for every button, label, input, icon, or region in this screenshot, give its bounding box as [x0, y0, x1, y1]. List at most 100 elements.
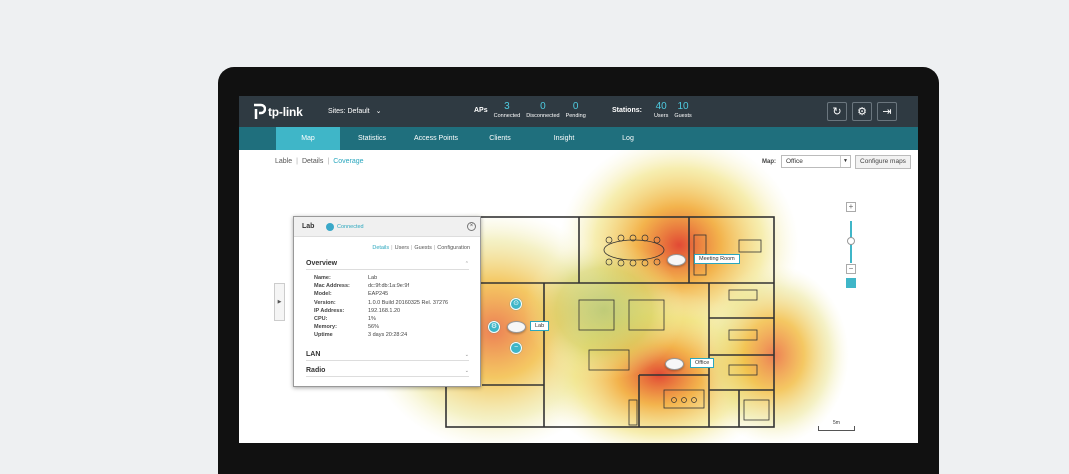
- site-selector[interactable]: Sites: Default ⌄: [328, 107, 382, 116]
- overview-key: Model:: [314, 291, 332, 298]
- map-select[interactable]: Office ▼: [781, 155, 851, 168]
- overview-value: EAP245: [368, 291, 389, 298]
- aps-disconnected-count: 0: [540, 101, 546, 112]
- ap-label-lab[interactable]: Lab: [530, 321, 550, 331]
- zoom-out-button[interactable]: −: [846, 264, 856, 274]
- overview-row: Version: 1.0.0 Build 20160325 Rel. 37276: [314, 299, 448, 307]
- panel-tab-configuration[interactable]: Configuration: [437, 245, 470, 251]
- stations-summary: Stations: 40 Users 10 Guests: [612, 101, 692, 120]
- view-breadcrumb: Lable | Details | Coverage: [275, 158, 364, 165]
- tab-log[interactable]: Log: [596, 127, 660, 150]
- stations-users-count: 40: [655, 101, 667, 112]
- layers-icon[interactable]: [846, 278, 856, 288]
- tab-statistics[interactable]: Statistics: [340, 127, 404, 150]
- aps-summary: APs 3 Connected 0 Disconnected 0 Pending: [474, 101, 586, 120]
- ap-lock-icon[interactable]: ⊙: [510, 298, 522, 310]
- close-icon[interactable]: ×: [467, 222, 476, 231]
- aps-connected-label: Connected: [493, 113, 521, 119]
- aps-disconnected-label: Disconnected: [526, 113, 560, 119]
- scale-bar: [818, 426, 855, 431]
- aps-pending[interactable]: 0 Pending: [566, 101, 586, 120]
- app-screen: tp-link Sites: Default ⌄ APs 3 Connected…: [239, 96, 918, 443]
- dropdown-arrow-icon: ▼: [840, 156, 850, 167]
- panel-expand-handle[interactable]: ▶: [274, 283, 285, 321]
- chevron-down-icon: ⌄: [375, 108, 382, 115]
- overview-value: dc:9f:db:1a:9e:9f: [368, 283, 409, 290]
- tp-link-logo-icon: [254, 103, 266, 119]
- tab-clients[interactable]: Clients: [468, 127, 532, 150]
- tab-access-points[interactable]: Access Points: [404, 127, 468, 150]
- overview-key: Memory:: [314, 324, 337, 331]
- overview-value: 3 days 20:28:24: [368, 332, 408, 339]
- lan-section-header[interactable]: LAN ⌄: [306, 351, 469, 361]
- overview-value: Lab: [368, 275, 378, 281]
- main-nav: Map Statistics Access Points Clients Ins…: [239, 127, 918, 150]
- site-selector-label: Sites: Default: [328, 107, 370, 115]
- zoom-slider-handle[interactable]: [847, 237, 855, 245]
- logout-button[interactable]: ⇥: [877, 102, 897, 121]
- overview-value: 56%: [368, 324, 380, 331]
- refresh-button[interactable]: ↻: [827, 102, 847, 121]
- ap-label-meeting-room[interactable]: Meeting Room: [694, 254, 740, 264]
- panel-tab-users[interactable]: Users: [395, 245, 409, 251]
- ap-remove-icon[interactable]: −: [510, 342, 522, 354]
- stations-users[interactable]: 40 Users: [654, 101, 668, 120]
- overview-key: Version:: [314, 299, 336, 306]
- aps-connected[interactable]: 3 Connected: [494, 101, 521, 120]
- stations-guests-label: Guests: [674, 113, 692, 119]
- ap-label-office[interactable]: Office: [690, 358, 715, 368]
- refresh-icon: ↻: [832, 106, 842, 118]
- ap-lab-marker[interactable]: [507, 321, 526, 333]
- overview-row: Uptime 3 days 20:28:24: [314, 331, 448, 339]
- overview-row: Model: EAP245: [314, 290, 448, 298]
- aps-disconnected[interactable]: 0 Disconnected: [526, 101, 559, 120]
- logo-text: tp-link: [268, 105, 303, 119]
- panel-status: Connected: [337, 224, 364, 230]
- ap-meeting-room-marker[interactable]: [667, 254, 686, 266]
- panel-header: Lab Connected ×: [294, 217, 480, 237]
- tab-insight[interactable]: Insight: [532, 127, 596, 150]
- logout-icon: ⇥: [882, 106, 892, 118]
- map-select-label: Map:: [762, 159, 776, 165]
- top-bar: tp-link Sites: Default ⌄ APs 3 Connected…: [239, 96, 918, 127]
- panel-tabs: Details | Users | Guests | Configuration: [372, 245, 470, 251]
- tp-link-logo[interactable]: tp-link: [248, 102, 303, 122]
- overview-row: IP Address: 192.168.1.20: [314, 307, 448, 315]
- chevron-right-icon: ▶: [277, 299, 282, 305]
- laptop-frame: tp-link Sites: Default ⌄ APs 3 Connected…: [218, 67, 939, 474]
- expand-icon: ⌄: [464, 368, 469, 374]
- ap-details-panel: Lab Connected × Details | Users | Guests | Con…: [293, 216, 481, 387]
- panel-ap-name: Lab: [302, 223, 315, 230]
- gear-icon: ⚙: [857, 106, 867, 118]
- crumb-coverage[interactable]: Coverage: [333, 158, 363, 165]
- ap-office-marker[interactable]: [665, 358, 684, 370]
- stations-guests-count: 10: [677, 101, 689, 112]
- overview-section-header[interactable]: Overview ⌃: [306, 260, 469, 270]
- settings-button[interactable]: ⚙: [852, 102, 872, 121]
- aps-pending-count: 0: [572, 101, 579, 112]
- lan-title: LAN: [306, 351, 321, 358]
- expand-icon: ⌄: [464, 352, 469, 358]
- ap-settings-icon[interactable]: ⚙: [488, 321, 500, 333]
- overview-key: Mac Address:: [314, 283, 350, 290]
- overview-value: 1.0.0 Build 20160325 Rel. 37276: [368, 299, 449, 306]
- overview-key: Uptime: [314, 332, 333, 339]
- aps-title: APs: [474, 107, 488, 114]
- configure-maps-button[interactable]: Configure maps: [855, 155, 911, 169]
- map-select-value: Office: [786, 158, 803, 165]
- collapse-icon: ⌃: [464, 261, 469, 267]
- stations-guests[interactable]: 10 Guests: [674, 101, 691, 120]
- overview-row: Memory: 56%: [314, 323, 448, 331]
- zoom-in-button[interactable]: +: [846, 202, 856, 212]
- radio-title: Radio: [306, 367, 326, 374]
- overview-key: IP Address:: [314, 307, 345, 314]
- overview-value: 192.168.1.20: [368, 307, 401, 314]
- crumb-lable[interactable]: Lable: [275, 158, 292, 165]
- stations-title: Stations:: [612, 107, 642, 114]
- crumb-details[interactable]: Details: [302, 158, 323, 165]
- panel-tab-details[interactable]: Details: [372, 245, 389, 251]
- radio-section-header[interactable]: Radio ⌄: [306, 367, 469, 377]
- overview-row: CPU: 1%: [314, 315, 448, 323]
- panel-tab-guests[interactable]: Guests: [414, 245, 431, 251]
- tab-map[interactable]: Map: [276, 127, 340, 150]
